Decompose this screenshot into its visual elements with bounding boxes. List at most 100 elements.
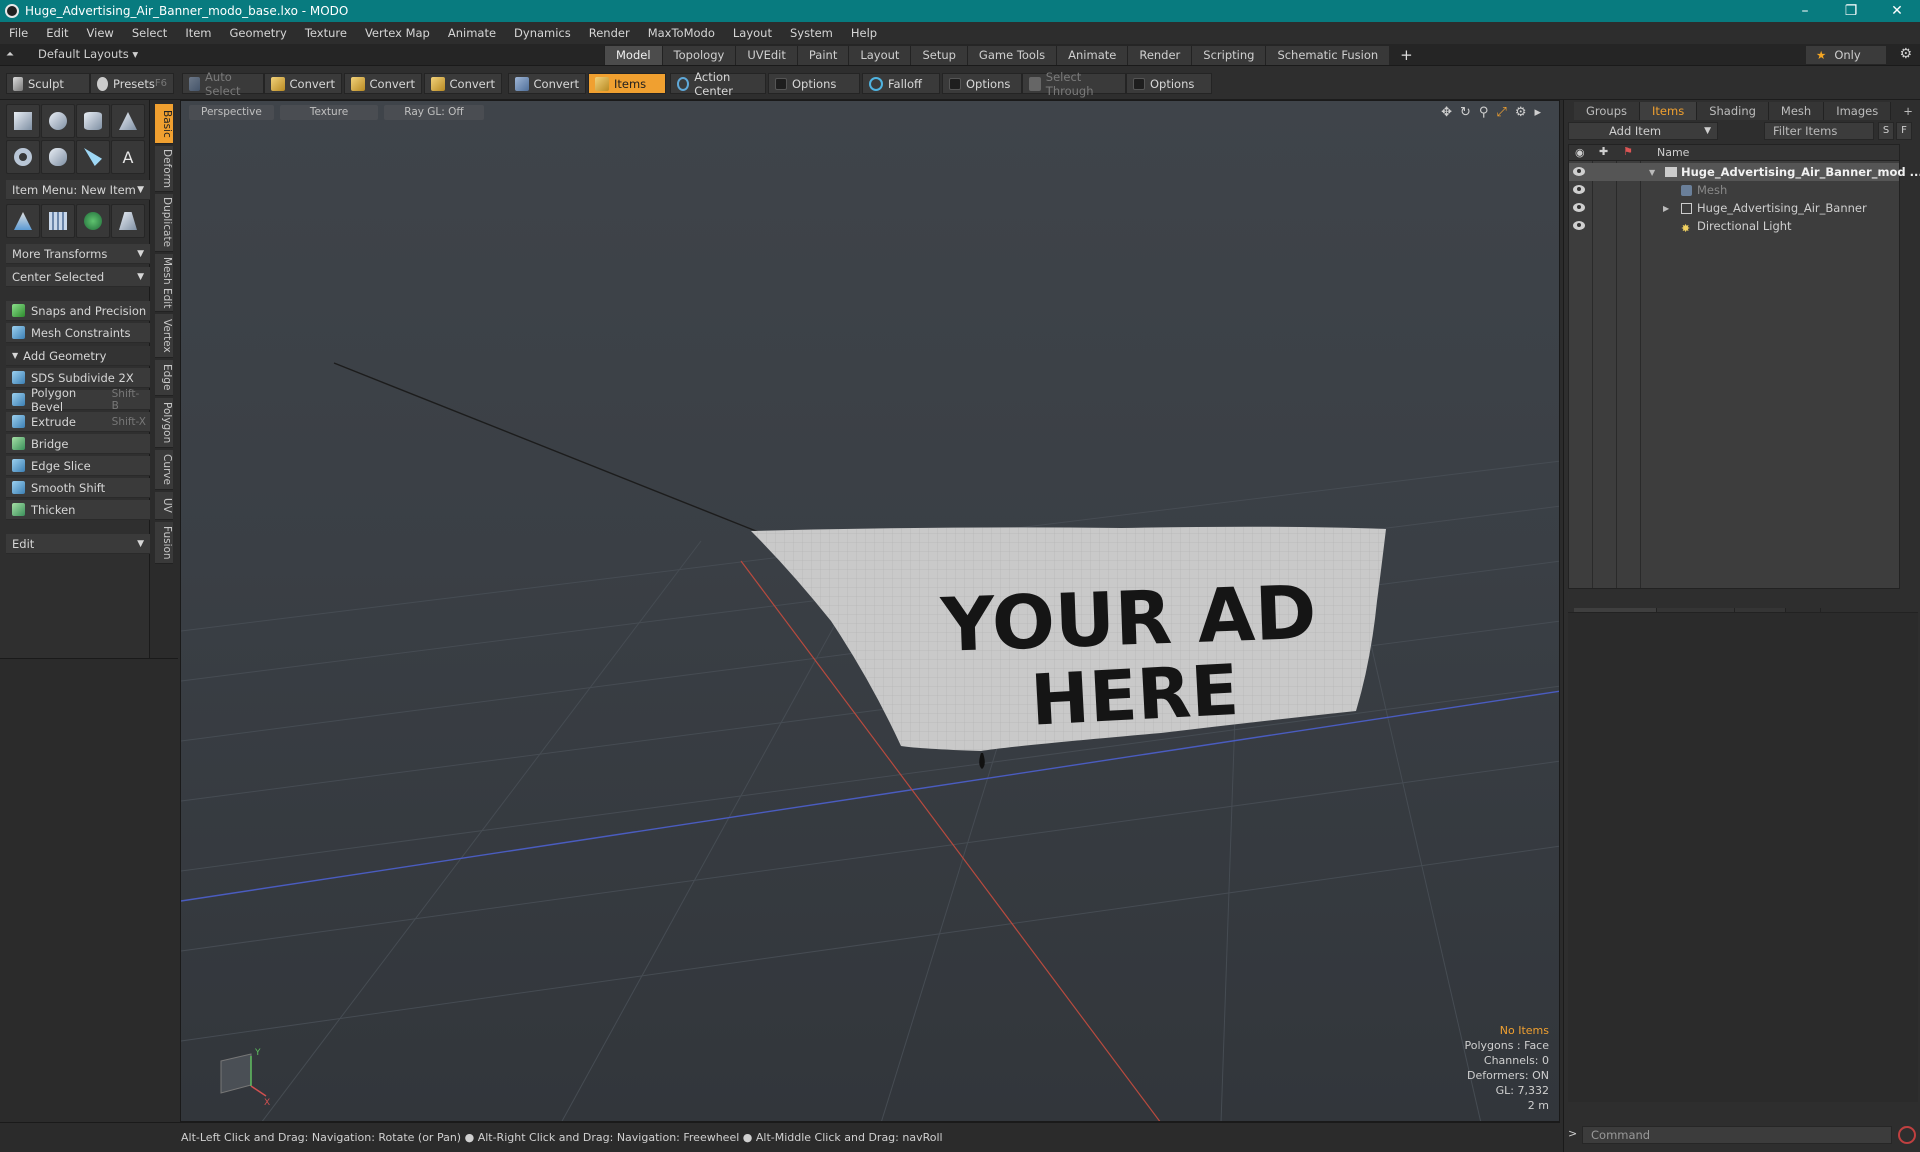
menu-item[interactable]: Item [176,26,220,40]
convert-polygons-button[interactable]: Convert [424,73,502,94]
menu-render[interactable]: Render [580,26,639,40]
visibility-eye-icon[interactable] [1573,221,1585,230]
tab-game-tools[interactable]: Game Tools [966,46,1057,65]
menu-layout[interactable]: Layout [724,26,781,40]
menu-vertex-map[interactable]: Vertex Map [356,26,439,40]
viewport-gear-icon[interactable]: ⚙ [1515,105,1527,120]
tab-schematic-fusion[interactable]: Schematic Fusion [1265,46,1390,65]
uv-grid-button[interactable] [41,204,75,238]
filter-s-button[interactable]: S [1878,122,1894,140]
snaps-and-precision-button[interactable]: Snaps and Precision [6,301,150,321]
tab-items[interactable]: Items [1640,102,1698,120]
tab-setup[interactable]: Setup [910,46,967,65]
tool-thicken[interactable]: Thicken [6,500,150,520]
vtab-basic[interactable]: Basic [155,104,173,144]
center-selected-dropdown[interactable]: Center Selected ▼ [6,267,150,287]
command-input[interactable]: Command [1582,1126,1892,1144]
item-row-directional-light[interactable]: ✸ Directional Light [1569,217,1899,235]
gear-icon[interactable]: ⚙ [1899,46,1912,62]
tab-images[interactable]: Images [1824,102,1892,120]
menu-help[interactable]: Help [842,26,886,40]
vtab-polygon[interactable]: Polygon [155,398,173,448]
only-toggle[interactable]: ★ Only [1806,46,1886,64]
text-tool-button[interactable]: A [111,140,145,174]
auto-select-button[interactable]: Auto Select [182,70,264,98]
menu-texture[interactable]: Texture [296,26,356,40]
vtab-duplicate[interactable]: Duplicate [155,194,173,252]
rotate-icon[interactable]: ↻ [1460,105,1471,120]
menu-edit[interactable]: Edit [37,26,77,40]
cone-primitive-button[interactable] [111,104,145,138]
capsule-primitive-button[interactable] [41,140,75,174]
tab-paint[interactable]: Paint [796,46,849,65]
add-tab-plus-icon[interactable]: + [1389,46,1424,65]
tab-mesh[interactable]: Mesh ... [1768,102,1825,136]
convert-vertices-button[interactable]: Convert [264,73,342,94]
minimize-button[interactable]: – [1782,0,1828,22]
menu-system[interactable]: System [781,26,842,40]
edit-dropdown[interactable]: Edit ▼ [6,534,150,554]
menu-dynamics[interactable]: Dynamics [505,26,580,40]
pen-tool-button[interactable] [76,140,110,174]
convert-materials-button[interactable]: Convert [508,73,586,94]
visibility-eye-icon[interactable] [1573,203,1585,212]
raygl-dropdown[interactable]: Ray GL: Off [384,105,484,120]
vtab-edge[interactable]: Edge [155,360,173,396]
select-through-button[interactable]: Select Through [1022,70,1126,98]
tool-edge-slice[interactable]: Edge Slice [6,456,150,476]
action-center-button[interactable]: Action Center [670,70,766,98]
3d-viewport[interactable]: YOUR AD HERE Y X Perspective Texture Ray… [180,100,1560,1122]
falloff-tool-button[interactable] [111,204,145,238]
menu-view[interactable]: View [78,26,123,40]
name-column-header[interactable]: Name [1657,146,1689,159]
restore-button[interactable]: ❐ [1828,0,1874,22]
vtab-vertex[interactable]: Vertex [155,314,173,358]
item-menu-dropdown[interactable]: Item Menu: New Item ▼ [6,180,150,200]
menu-geometry[interactable]: Geometry [221,26,296,40]
maximize-icon[interactable]: ⤢ [1496,105,1506,120]
tab-scripting[interactable]: Scripting [1191,46,1266,65]
tool-bridge[interactable]: Bridge [6,434,150,454]
falloff-options-button[interactable]: Options [942,73,1022,94]
filter-items-input[interactable]: Filter Items [1764,122,1874,140]
visibility-eye-icon[interactable] [1573,185,1585,194]
menu-maxtomodo[interactable]: MaxToModo [639,26,724,40]
shading-dropdown[interactable]: Texture [279,105,379,120]
tool-smooth-shift[interactable]: Smooth Shift [6,478,150,498]
item-row-scene[interactable]: ▼ Huge_Advertising_Air_Banner_mod ... [1569,163,1920,181]
viewport-menu-arrow-icon[interactable]: ▸ [1534,105,1541,120]
vtab-uv[interactable]: UV [155,492,173,520]
mesh-constraints-button[interactable]: Mesh Constraints [6,323,150,343]
pan-icon[interactable]: ✥ [1441,105,1452,120]
transform-tool-button[interactable] [6,204,40,238]
menu-file[interactable]: File [0,26,37,40]
vtab-curve[interactable]: Curve [155,450,173,490]
vtab-deform[interactable]: Deform [155,146,173,192]
add-geometry-header[interactable]: ▼ Add Geometry [6,346,150,366]
item-row-banner[interactable]: ▶ Huge_Advertising_Air_Banner [1569,199,1899,217]
close-button[interactable]: ✕ [1874,0,1920,22]
menu-select[interactable]: Select [123,26,176,40]
tab-topology[interactable]: Topology [661,46,736,65]
items-mode-button[interactable]: Items [588,73,666,94]
sphere-primitive-button[interactable] [41,104,75,138]
tab-render[interactable]: Render [1127,46,1192,65]
tab-uvedit[interactable]: UVEdit [735,46,797,65]
action-center-options-button[interactable]: Options [768,73,860,94]
zoom-icon[interactable]: ⚲ [1479,105,1489,120]
view-mode-dropdown[interactable]: Perspective [189,105,274,120]
presets-button[interactable]: Presets F6 [90,73,174,94]
layout-up-arrow-icon[interactable]: ⏶ [6,49,14,60]
tab-animate[interactable]: Animate [1056,46,1128,65]
tool-polygon-bevel[interactable]: Polygon Bevel Shift-B [6,386,150,414]
tab-layout[interactable]: Layout [848,46,911,65]
layout-dropdown[interactable]: Default Layouts ▾ [38,47,138,61]
falloff-button[interactable]: Falloff [862,73,940,94]
sculpt-button[interactable]: Sculpt [6,73,90,94]
convert-edges-button[interactable]: Convert [344,73,422,94]
cylinder-primitive-button[interactable] [76,104,110,138]
tab-model[interactable]: Model [604,46,662,65]
select-through-options-button[interactable]: Options [1126,73,1212,94]
globe-tool-button[interactable] [76,204,110,238]
item-row-mesh[interactable]: Mesh [1569,181,1899,199]
